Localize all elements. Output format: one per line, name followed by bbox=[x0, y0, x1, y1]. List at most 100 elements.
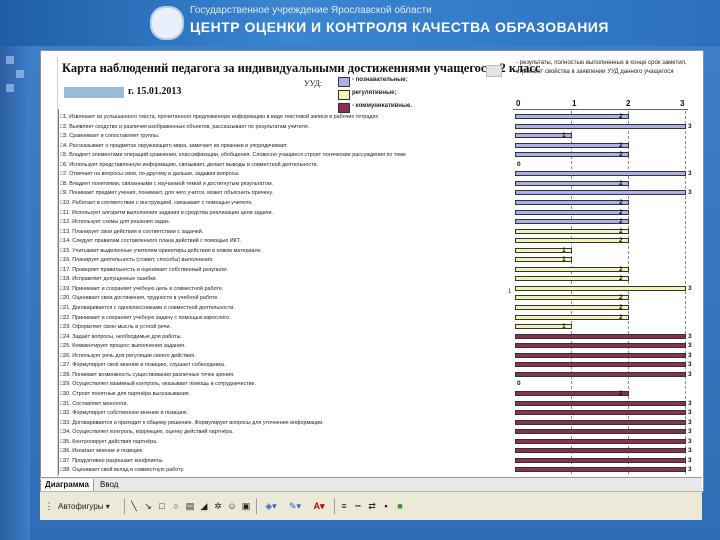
chart-bar bbox=[515, 457, 686, 463]
decoration-square-icon bbox=[16, 70, 24, 78]
list-item: □18. Исправляет допущенные ошибки. bbox=[60, 276, 158, 283]
line-tool-icon[interactable]: ╲ bbox=[128, 500, 140, 513]
bar-value-label: 3 bbox=[688, 399, 692, 407]
bar-value-label: 2 bbox=[619, 113, 623, 120]
decorative-left-strip bbox=[0, 46, 30, 540]
bar-value-label: 2 bbox=[619, 141, 623, 149]
wordart-tool-icon[interactable]: ◢ bbox=[198, 500, 210, 513]
list-item: □17. Проверяет правильность и оценивает … bbox=[60, 266, 228, 273]
bar-value-label: 0 bbox=[517, 380, 521, 388]
logo-icon bbox=[150, 6, 184, 40]
chart-bar bbox=[515, 285, 686, 291]
list-item: □27. Формулирует своё мнение и позицию, … bbox=[60, 362, 226, 369]
axis-tick-label: 2 bbox=[626, 99, 631, 108]
list-item: □13. Планирует свои действия в соответст… bbox=[60, 228, 204, 235]
list-item: □8. Владеет понятиями, связанными с изуч… bbox=[60, 180, 274, 187]
bar-value-label: 1 bbox=[562, 132, 566, 140]
list-item: □15. Учитывает выделенные учителем ориен… bbox=[60, 247, 263, 254]
clipart-tool-icon[interactable]: ☺ bbox=[226, 500, 238, 513]
line-style-icon[interactable]: ≡ bbox=[338, 500, 350, 513]
chart-bar bbox=[515, 142, 629, 148]
x-axis-line bbox=[513, 109, 688, 110]
chart-bar bbox=[515, 228, 629, 234]
dash-style-icon[interactable]: ┅ bbox=[352, 500, 364, 513]
bar-value-label: 3 bbox=[688, 170, 692, 178]
bar-value-label: 2 bbox=[619, 265, 623, 273]
list-item: □2. Выявляет сходство и различия изображ… bbox=[60, 123, 310, 130]
drawing-toolbar: ⋮ Автофигуры ▾ ╲ ↘ □ ○ ▤ ◢ ✲ ☺ ▣ ◈▾ ✎▾ A… bbox=[40, 491, 702, 520]
bar-value-label: 3 bbox=[688, 284, 692, 292]
list-item: □14. Следует правилам составленного план… bbox=[60, 238, 241, 245]
bar-value-label: 3 bbox=[688, 456, 692, 464]
chart-sheet: Карта наблюдений педагога за индивидуаль… bbox=[57, 57, 700, 477]
list-item: □4. Рассказывает о предметах окружающего… bbox=[60, 142, 288, 149]
bar-value-label: 3 bbox=[688, 370, 692, 378]
line-color-icon[interactable]: ✎▾ bbox=[284, 500, 306, 513]
list-item: □6. Использует представленную информацию… bbox=[60, 161, 319, 168]
autoshapes-button[interactable]: Автофигуры ▾ bbox=[58, 500, 122, 513]
oval-tool-icon[interactable]: ○ bbox=[170, 500, 182, 513]
bar-value-label: 3 bbox=[688, 409, 692, 417]
axis-tick-label: 3 bbox=[680, 99, 685, 108]
bar-value-label: 2 bbox=[619, 218, 623, 226]
chart-bar bbox=[515, 152, 629, 158]
chart-bar bbox=[515, 305, 629, 310]
student-name-field[interactable] bbox=[64, 87, 124, 98]
bar-value-label: 1 bbox=[562, 256, 566, 264]
toolbar-separator bbox=[256, 498, 257, 514]
chart-bar bbox=[515, 199, 629, 205]
list-item: □1. Извлекает из услышанного текста, про… bbox=[60, 114, 379, 120]
textbox-tool-icon[interactable]: ▤ bbox=[184, 500, 196, 513]
tab-input[interactable]: Ввод bbox=[96, 479, 122, 491]
list-item: □10. Работает в соответствии с инструкци… bbox=[60, 199, 253, 206]
bar-value-label: 3 bbox=[688, 418, 692, 426]
side-value-label: 1 bbox=[508, 289, 512, 295]
spreadsheet-window: Карта наблюдений педагога за индивидуаль… bbox=[40, 50, 704, 492]
legend-label: - коммуникативные. bbox=[352, 103, 413, 109]
list-item: □34. Осуществляет контроль, коррекцию, о… bbox=[60, 429, 234, 436]
picture-tool-icon[interactable]: ▣ bbox=[240, 500, 252, 513]
arrow-tool-icon[interactable]: ↘ bbox=[142, 500, 154, 513]
bar-value-label: 2 bbox=[619, 304, 623, 311]
chart-bar bbox=[515, 448, 686, 454]
list-item: □33. Договаривается и приходит к общему … bbox=[60, 419, 324, 426]
list-border bbox=[58, 109, 59, 475]
list-item: □3. Сравнивает и сопоставляет группы. bbox=[60, 133, 160, 140]
bar-value-label: 3 bbox=[688, 189, 692, 197]
chart-bar bbox=[515, 400, 686, 406]
toolbar-grip-icon: ⋮ bbox=[44, 501, 54, 511]
toolbar-separator bbox=[124, 498, 125, 514]
legend-swatch bbox=[338, 77, 350, 87]
rectangle-tool-icon[interactable]: □ bbox=[156, 500, 168, 513]
title-placeholder-cell[interactable] bbox=[486, 65, 502, 77]
list-item: □20. Оценивает свои достижения, трудност… bbox=[60, 295, 219, 302]
list-item: □16. Планирует деятельность (ставит, спо… bbox=[60, 257, 214, 264]
list-item: □21. Договаривается с одноклассниками о … bbox=[60, 305, 235, 311]
chart-bar bbox=[515, 171, 686, 177]
arrow-style-icon[interactable]: ⇄ bbox=[366, 500, 378, 513]
list-item: □22. Принимает и сохраняет учебную задач… bbox=[60, 314, 231, 321]
3d-style-icon[interactable]: ■ bbox=[394, 500, 406, 513]
sheet-tab-bar: ◄ ► ►| Диаграмма Ввод bbox=[40, 477, 702, 492]
bar-value-label: 2 bbox=[619, 179, 623, 187]
list-item: □31. Составляет монологи. bbox=[60, 400, 129, 407]
chart-bar bbox=[515, 190, 686, 196]
list-item: □32. Формулирует собственное мнение и по… bbox=[60, 410, 189, 417]
shadow-style-icon[interactable]: ▪ bbox=[380, 500, 392, 513]
chart-bar bbox=[515, 123, 686, 129]
font-color-icon[interactable]: A▾ bbox=[308, 500, 330, 513]
list-item: □12. Использует схемы для решения задач. bbox=[60, 219, 171, 226]
decoration-square-icon bbox=[6, 84, 14, 92]
organization-name: Государственное учреждение Ярославской о… bbox=[190, 5, 432, 16]
list-item: □38. Оценивает свой вклад в совместную р… bbox=[60, 467, 185, 474]
bar-value-label: 3 bbox=[688, 122, 692, 130]
chart-bar bbox=[515, 180, 629, 186]
fill-color-icon[interactable]: ◈▾ bbox=[260, 500, 282, 513]
list-item: □9. Понимает предмет учения, понимает, д… bbox=[60, 190, 274, 197]
bar-value-label: 3 bbox=[688, 466, 692, 474]
date-label: г. 15.01.2013 bbox=[128, 86, 182, 97]
chart-bar bbox=[515, 352, 686, 358]
bar-value-label: 0 bbox=[517, 160, 521, 168]
legend-label: - познавательные; bbox=[352, 77, 408, 83]
diagram-tool-icon[interactable]: ✲ bbox=[212, 500, 224, 513]
